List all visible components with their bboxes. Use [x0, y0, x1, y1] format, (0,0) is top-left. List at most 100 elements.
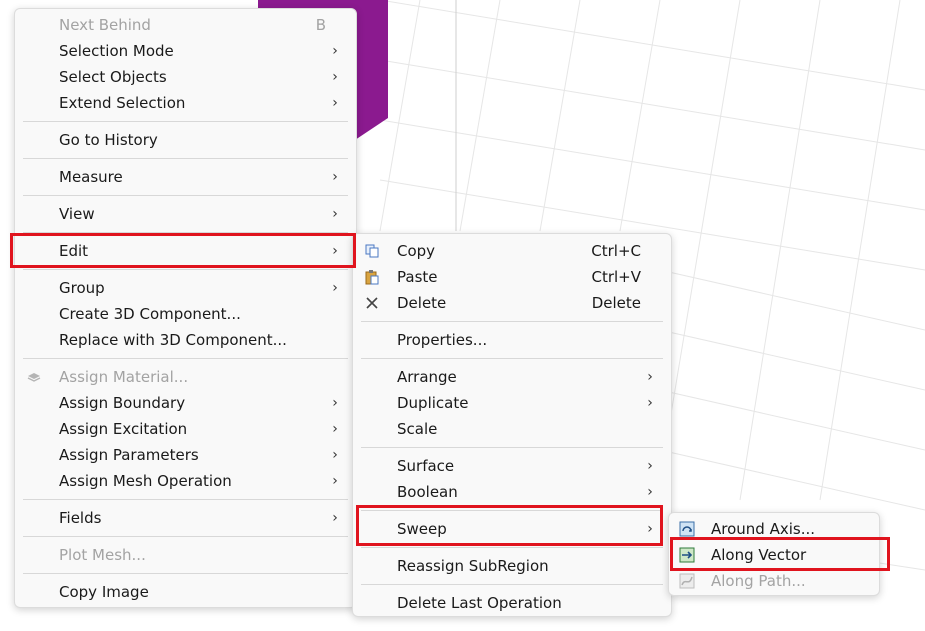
menu-item-create-3d-component[interactable]: Create 3D Component...: [15, 301, 356, 327]
menu-item-group[interactable]: Group ›: [15, 275, 356, 301]
menu-item-sweep[interactable]: Sweep ›: [353, 516, 671, 542]
menu-item-view[interactable]: View ›: [15, 201, 356, 227]
menu-item-label: Scale: [397, 420, 438, 438]
menu-item-delete-last-operation[interactable]: Delete Last Operation: [353, 590, 671, 616]
chevron-right-icon: ›: [647, 395, 653, 411]
copy-icon: [365, 244, 379, 258]
sweep-along-path-icon: [679, 573, 695, 589]
menu-item-assign-excitation[interactable]: Assign Excitation ›: [15, 416, 356, 442]
menu-item-label: Replace with 3D Component...: [59, 331, 287, 349]
menu-item-edit[interactable]: Edit ›: [15, 238, 356, 264]
chevron-right-icon: ›: [647, 458, 653, 474]
menu-item-around-axis[interactable]: Around Axis...: [669, 516, 879, 542]
menu-item-assign-boundary[interactable]: Assign Boundary ›: [15, 390, 356, 416]
chevron-right-icon: ›: [332, 395, 338, 411]
menu-item-label: Surface: [397, 457, 455, 475]
menu-item-assign-mesh-operation[interactable]: Assign Mesh Operation ›: [15, 468, 356, 494]
menu-item-surface[interactable]: Surface ›: [353, 453, 671, 479]
menu-item-label: Extend Selection: [59, 94, 186, 112]
menu-item-label: Create 3D Component...: [59, 305, 241, 323]
menu-separator: [23, 499, 348, 500]
menu-item-scale[interactable]: Scale: [353, 416, 671, 442]
chevron-right-icon: ›: [332, 473, 338, 489]
menu-item-label: Arrange: [397, 368, 457, 386]
menu-item-label: Properties...: [397, 331, 488, 349]
menu-separator: [23, 232, 348, 233]
menu-item-label: Around Axis...: [711, 520, 816, 538]
chevron-right-icon: ›: [647, 484, 653, 500]
paste-icon: [365, 270, 379, 285]
chevron-right-icon: ›: [332, 510, 338, 526]
sweep-submenu: Around Axis... Along Vector Along Path..…: [668, 512, 880, 596]
menu-item-label: Assign Excitation: [59, 420, 188, 438]
menu-item-arrange[interactable]: Arrange ›: [353, 364, 671, 390]
menu-item-properties[interactable]: Properties...: [353, 327, 671, 353]
menu-item-boolean[interactable]: Boolean ›: [353, 479, 671, 505]
close-x-icon: [366, 297, 378, 309]
main-context-menu: Next Behind B Selection Mode › Select Ob…: [14, 8, 357, 608]
edit-submenu: Copy Ctrl+C Paste Ctrl+V Delete Delete P…: [352, 233, 672, 617]
menu-item-label: Group: [59, 279, 105, 297]
menu-separator: [23, 358, 348, 359]
menu-item-label: Delete: [397, 294, 447, 312]
menu-item-label: Along Path...: [711, 572, 806, 590]
menu-item-along-path: Along Path...: [669, 568, 879, 594]
menu-separator: [23, 573, 348, 574]
menu-item-shortcut: Ctrl+V: [591, 268, 641, 286]
menu-separator: [361, 321, 663, 322]
menu-item-extend-selection[interactable]: Extend Selection ›: [15, 90, 356, 116]
menu-separator: [361, 510, 663, 511]
menu-item-reassign-subregion[interactable]: Reassign SubRegion: [353, 553, 671, 579]
menu-item-next-behind: Next Behind B: [15, 12, 356, 38]
menu-item-label: Copy: [397, 242, 436, 260]
menu-item-copy[interactable]: Copy Ctrl+C: [353, 238, 671, 264]
menu-separator: [23, 121, 348, 122]
menu-separator: [23, 158, 348, 159]
menu-item-label: Along Vector: [711, 546, 807, 564]
sweep-around-axis-icon: [679, 521, 695, 537]
chevron-right-icon: ›: [332, 243, 338, 259]
menu-item-label: View: [59, 205, 95, 223]
menu-separator: [361, 358, 663, 359]
menu-item-label: Duplicate: [397, 394, 469, 412]
menu-item-label: Go to History: [59, 131, 158, 149]
menu-separator: [361, 547, 663, 548]
menu-item-plot-mesh: Plot Mesh...: [15, 542, 356, 568]
menu-item-label: Assign Mesh Operation: [59, 472, 232, 490]
sweep-along-vector-icon: [679, 547, 695, 563]
menu-item-replace-3d-component[interactable]: Replace with 3D Component...: [15, 327, 356, 353]
chevron-right-icon: ›: [647, 369, 653, 385]
menu-item-label: Fields: [59, 509, 102, 527]
menu-separator: [23, 195, 348, 196]
chevron-right-icon: ›: [647, 521, 653, 537]
menu-item-label: Next Behind: [59, 16, 151, 34]
chevron-right-icon: ›: [332, 206, 338, 222]
menu-item-label: Paste: [397, 268, 438, 286]
menu-item-copy-image[interactable]: Copy Image: [15, 579, 356, 605]
menu-item-duplicate[interactable]: Duplicate ›: [353, 390, 671, 416]
menu-item-delete[interactable]: Delete Delete: [353, 290, 671, 316]
menu-item-measure[interactable]: Measure ›: [15, 164, 356, 190]
menu-item-paste[interactable]: Paste Ctrl+V: [353, 264, 671, 290]
chevron-right-icon: ›: [332, 43, 338, 59]
menu-item-select-objects[interactable]: Select Objects ›: [15, 64, 356, 90]
material-layers-icon: [27, 373, 41, 382]
menu-item-go-to-history[interactable]: Go to History: [15, 127, 356, 153]
chevron-right-icon: ›: [332, 447, 338, 463]
menu-item-label: Assign Boundary: [59, 394, 186, 412]
menu-separator: [361, 584, 663, 585]
menu-item-label: Selection Mode: [59, 42, 174, 60]
menu-separator: [23, 536, 348, 537]
menu-separator: [361, 447, 663, 448]
menu-item-label: Boolean: [397, 483, 458, 501]
menu-item-fields[interactable]: Fields ›: [15, 505, 356, 531]
menu-item-label: Sweep: [397, 520, 447, 538]
chevron-right-icon: ›: [332, 280, 338, 296]
chevron-right-icon: ›: [332, 421, 338, 437]
menu-item-selection-mode[interactable]: Selection Mode ›: [15, 38, 356, 64]
menu-item-label: Copy Image: [59, 583, 149, 601]
menu-item-assign-parameters[interactable]: Assign Parameters ›: [15, 442, 356, 468]
menu-item-label: Assign Material...: [59, 368, 189, 386]
menu-item-assign-material: Assign Material...: [15, 364, 356, 390]
menu-item-along-vector[interactable]: Along Vector: [669, 542, 879, 568]
